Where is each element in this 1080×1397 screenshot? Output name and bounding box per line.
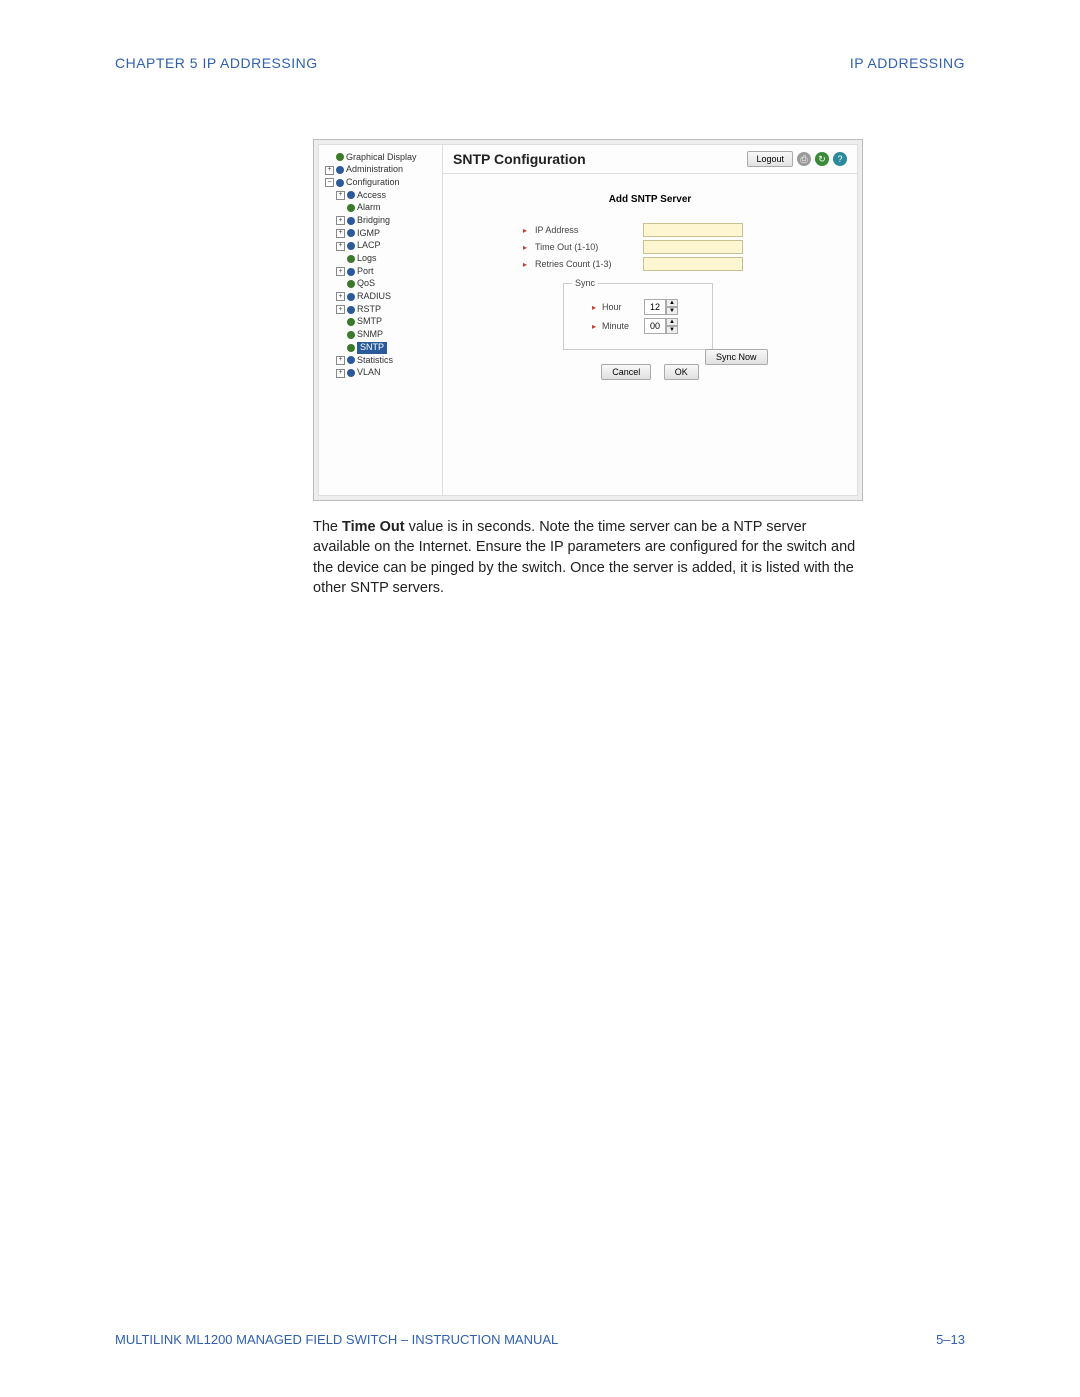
minute-field[interactable] <box>644 318 666 334</box>
up-icon[interactable]: ▲ <box>666 318 678 326</box>
ok-button[interactable]: OK <box>664 364 699 380</box>
print-icon[interactable]: ⎙ <box>797 152 811 166</box>
body-paragraph: The Time Out value is in seconds. Note t… <box>313 517 863 598</box>
tree-logs[interactable]: Logs <box>347 253 438 266</box>
tree-access[interactable]: +Access <box>336 189 438 202</box>
tree-igmp[interactable]: +IGMP <box>336 227 438 240</box>
minute-label: Minute <box>602 321 638 331</box>
header-right: IP ADDRESSING <box>850 55 965 71</box>
tree-vlan[interactable]: +VLAN <box>336 367 438 380</box>
sync-now-button[interactable]: Sync Now <box>705 349 768 365</box>
minute-stepper[interactable]: ▲▼ <box>644 318 678 334</box>
tree-alarm[interactable]: Alarm <box>347 202 438 215</box>
ip-address-field[interactable] <box>643 223 743 237</box>
ip-address-label: IP Address <box>535 225 635 235</box>
tree-qos[interactable]: QoS <box>347 278 438 291</box>
bullet-icon: ▸ <box>592 322 596 331</box>
bullet-icon: ▸ <box>523 226 527 235</box>
refresh-icon[interactable]: ↻ <box>815 152 829 166</box>
down-icon[interactable]: ▼ <box>666 326 678 334</box>
help-icon[interactable]: ? <box>833 152 847 166</box>
bullet-icon: ▸ <box>523 260 527 269</box>
tree-statistics[interactable]: +Statistics <box>336 354 438 367</box>
up-icon[interactable]: ▲ <box>666 299 678 307</box>
logout-button[interactable]: Logout <box>747 151 793 167</box>
tree-bridging[interactable]: +Bridging <box>336 214 438 227</box>
sync-group: Sync ▸Hour ▲▼ ▸Minute ▲▼ <box>563 283 713 350</box>
header-left: CHAPTER 5 IP ADDRESSING <box>115 55 318 71</box>
hour-field[interactable] <box>644 299 666 315</box>
tree-smtp[interactable]: SMTP <box>347 316 438 329</box>
tree-graphical-display[interactable]: Graphical Display <box>325 151 438 164</box>
screenshot: Graphical Display +Administration −Confi… <box>313 139 863 501</box>
timeout-label: Time Out (1-10) <box>535 242 635 252</box>
tree-snmp[interactable]: SNMP <box>347 329 438 342</box>
bullet-icon: ▸ <box>592 303 596 312</box>
tree-administration[interactable]: +Administration <box>325 164 438 177</box>
tree-lacp[interactable]: +LACP <box>336 240 438 253</box>
hour-stepper[interactable]: ▲▼ <box>644 299 678 315</box>
hour-label: Hour <box>602 302 638 312</box>
footer-left: MULTILINK ML1200 MANAGED FIELD SWITCH – … <box>115 1332 558 1347</box>
cancel-button[interactable]: Cancel <box>601 364 651 380</box>
tree-radius[interactable]: +RADIUS <box>336 291 438 304</box>
bullet-icon: ▸ <box>523 243 527 252</box>
form-heading: Add SNTP Server <box>473 194 827 205</box>
page-title: SNTP Configuration <box>453 151 586 167</box>
retries-field[interactable] <box>643 257 743 271</box>
tree-port[interactable]: +Port <box>336 265 438 278</box>
timeout-field[interactable] <box>643 240 743 254</box>
tree-configuration[interactable]: −Configuration <box>325 176 438 189</box>
footer-right: 5–13 <box>936 1332 965 1347</box>
tree-sntp[interactable]: SNTP <box>347 341 438 354</box>
nav-tree: Graphical Display +Administration −Confi… <box>319 145 442 495</box>
retries-label: Retries Count (1-3) <box>535 259 635 269</box>
sync-legend: Sync <box>572 278 598 288</box>
down-icon[interactable]: ▼ <box>666 307 678 315</box>
tree-rstp[interactable]: +RSTP <box>336 303 438 316</box>
